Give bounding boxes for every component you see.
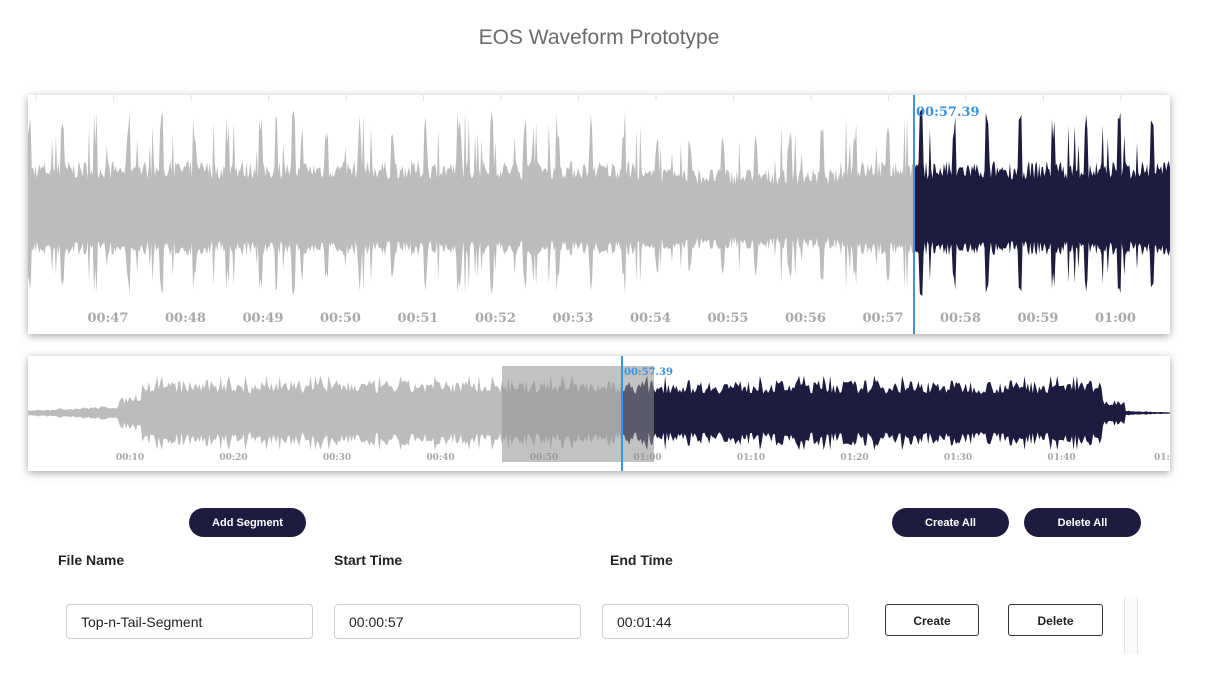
- add-segment-button[interactable]: Add Segment: [189, 508, 306, 537]
- overview-tick-label: 00:20: [219, 453, 247, 463]
- zoom-cursor-time: 00:57.39: [916, 105, 980, 120]
- page-title: EOS Waveform Prototype: [478, 26, 720, 49]
- zoom-waveform-panel[interactable]: 00:47 00:48 00:49 00:50 00:51 00:52 00:53 00:54…: [28, 95, 1170, 334]
- overview-selection-window[interactable]: [502, 366, 654, 462]
- zoom-tick-label: 01:00: [1095, 311, 1136, 326]
- zoom-tick-label: 00:49: [243, 311, 284, 326]
- end-time-header: End Time: [610, 552, 673, 568]
- zoom-tick-label: 00:53: [553, 311, 594, 326]
- delete-all-button[interactable]: Delete All: [1024, 508, 1141, 537]
- zoom-tick-label: 00:58: [940, 311, 981, 326]
- zoom-tick-label: 00:55: [708, 311, 749, 326]
- zoom-tick-label: 00:56: [785, 311, 826, 326]
- zoom-waveform[interactable]: 00:47 00:48 00:49 00:50 00:51 00:52 00:53 00:54…: [28, 95, 1170, 334]
- overview-waveform[interactable]: 00:1000:2000:3000:4000:5001:0001:1001:20…: [28, 356, 1170, 471]
- overview-tick-label: 01:40: [1047, 453, 1075, 463]
- zoom-tick-label: 00:48: [165, 311, 206, 326]
- overview-tick-label: 01:10: [737, 453, 765, 463]
- overview-tick-label: 01:30: [944, 453, 972, 463]
- overview-cursor-time: 00:57.39: [624, 367, 673, 378]
- zoom-tick-label: 00:50: [320, 311, 361, 326]
- start-time-header: Start Time: [334, 552, 403, 568]
- start-time-input[interactable]: [334, 604, 581, 639]
- create-segment-button[interactable]: Create: [885, 604, 979, 636]
- delete-segment-button[interactable]: Delete: [1008, 604, 1103, 636]
- overview-tick-label: 00:30: [323, 453, 351, 463]
- zoom-tick-label: 00:51: [398, 311, 439, 326]
- file-name-header: File Name: [58, 552, 125, 568]
- overview-tick-label: 00:40: [426, 453, 454, 463]
- zoom-tick-label: 00:54: [630, 311, 671, 326]
- zoom-tick-label: 00:47: [88, 311, 129, 326]
- overview-tick-label: 01:5: [1154, 453, 1170, 463]
- overview-tick-label: 01:20: [840, 453, 868, 463]
- create-all-button[interactable]: Create All: [892, 508, 1009, 537]
- zoom-tick-label: 00:59: [1018, 311, 1059, 326]
- file-name-input[interactable]: [66, 604, 313, 639]
- overview-tick-label: 00:10: [116, 453, 144, 463]
- zoom-tick-label: 00:57: [863, 311, 904, 326]
- end-time-input[interactable]: [602, 604, 849, 639]
- zoom-tick-label: 00:52: [475, 311, 516, 326]
- table-scrollbar[interactable]: [1124, 597, 1138, 654]
- overview-waveform-panel[interactable]: 00:1000:2000:3000:4000:5001:0001:1001:20…: [28, 356, 1170, 471]
